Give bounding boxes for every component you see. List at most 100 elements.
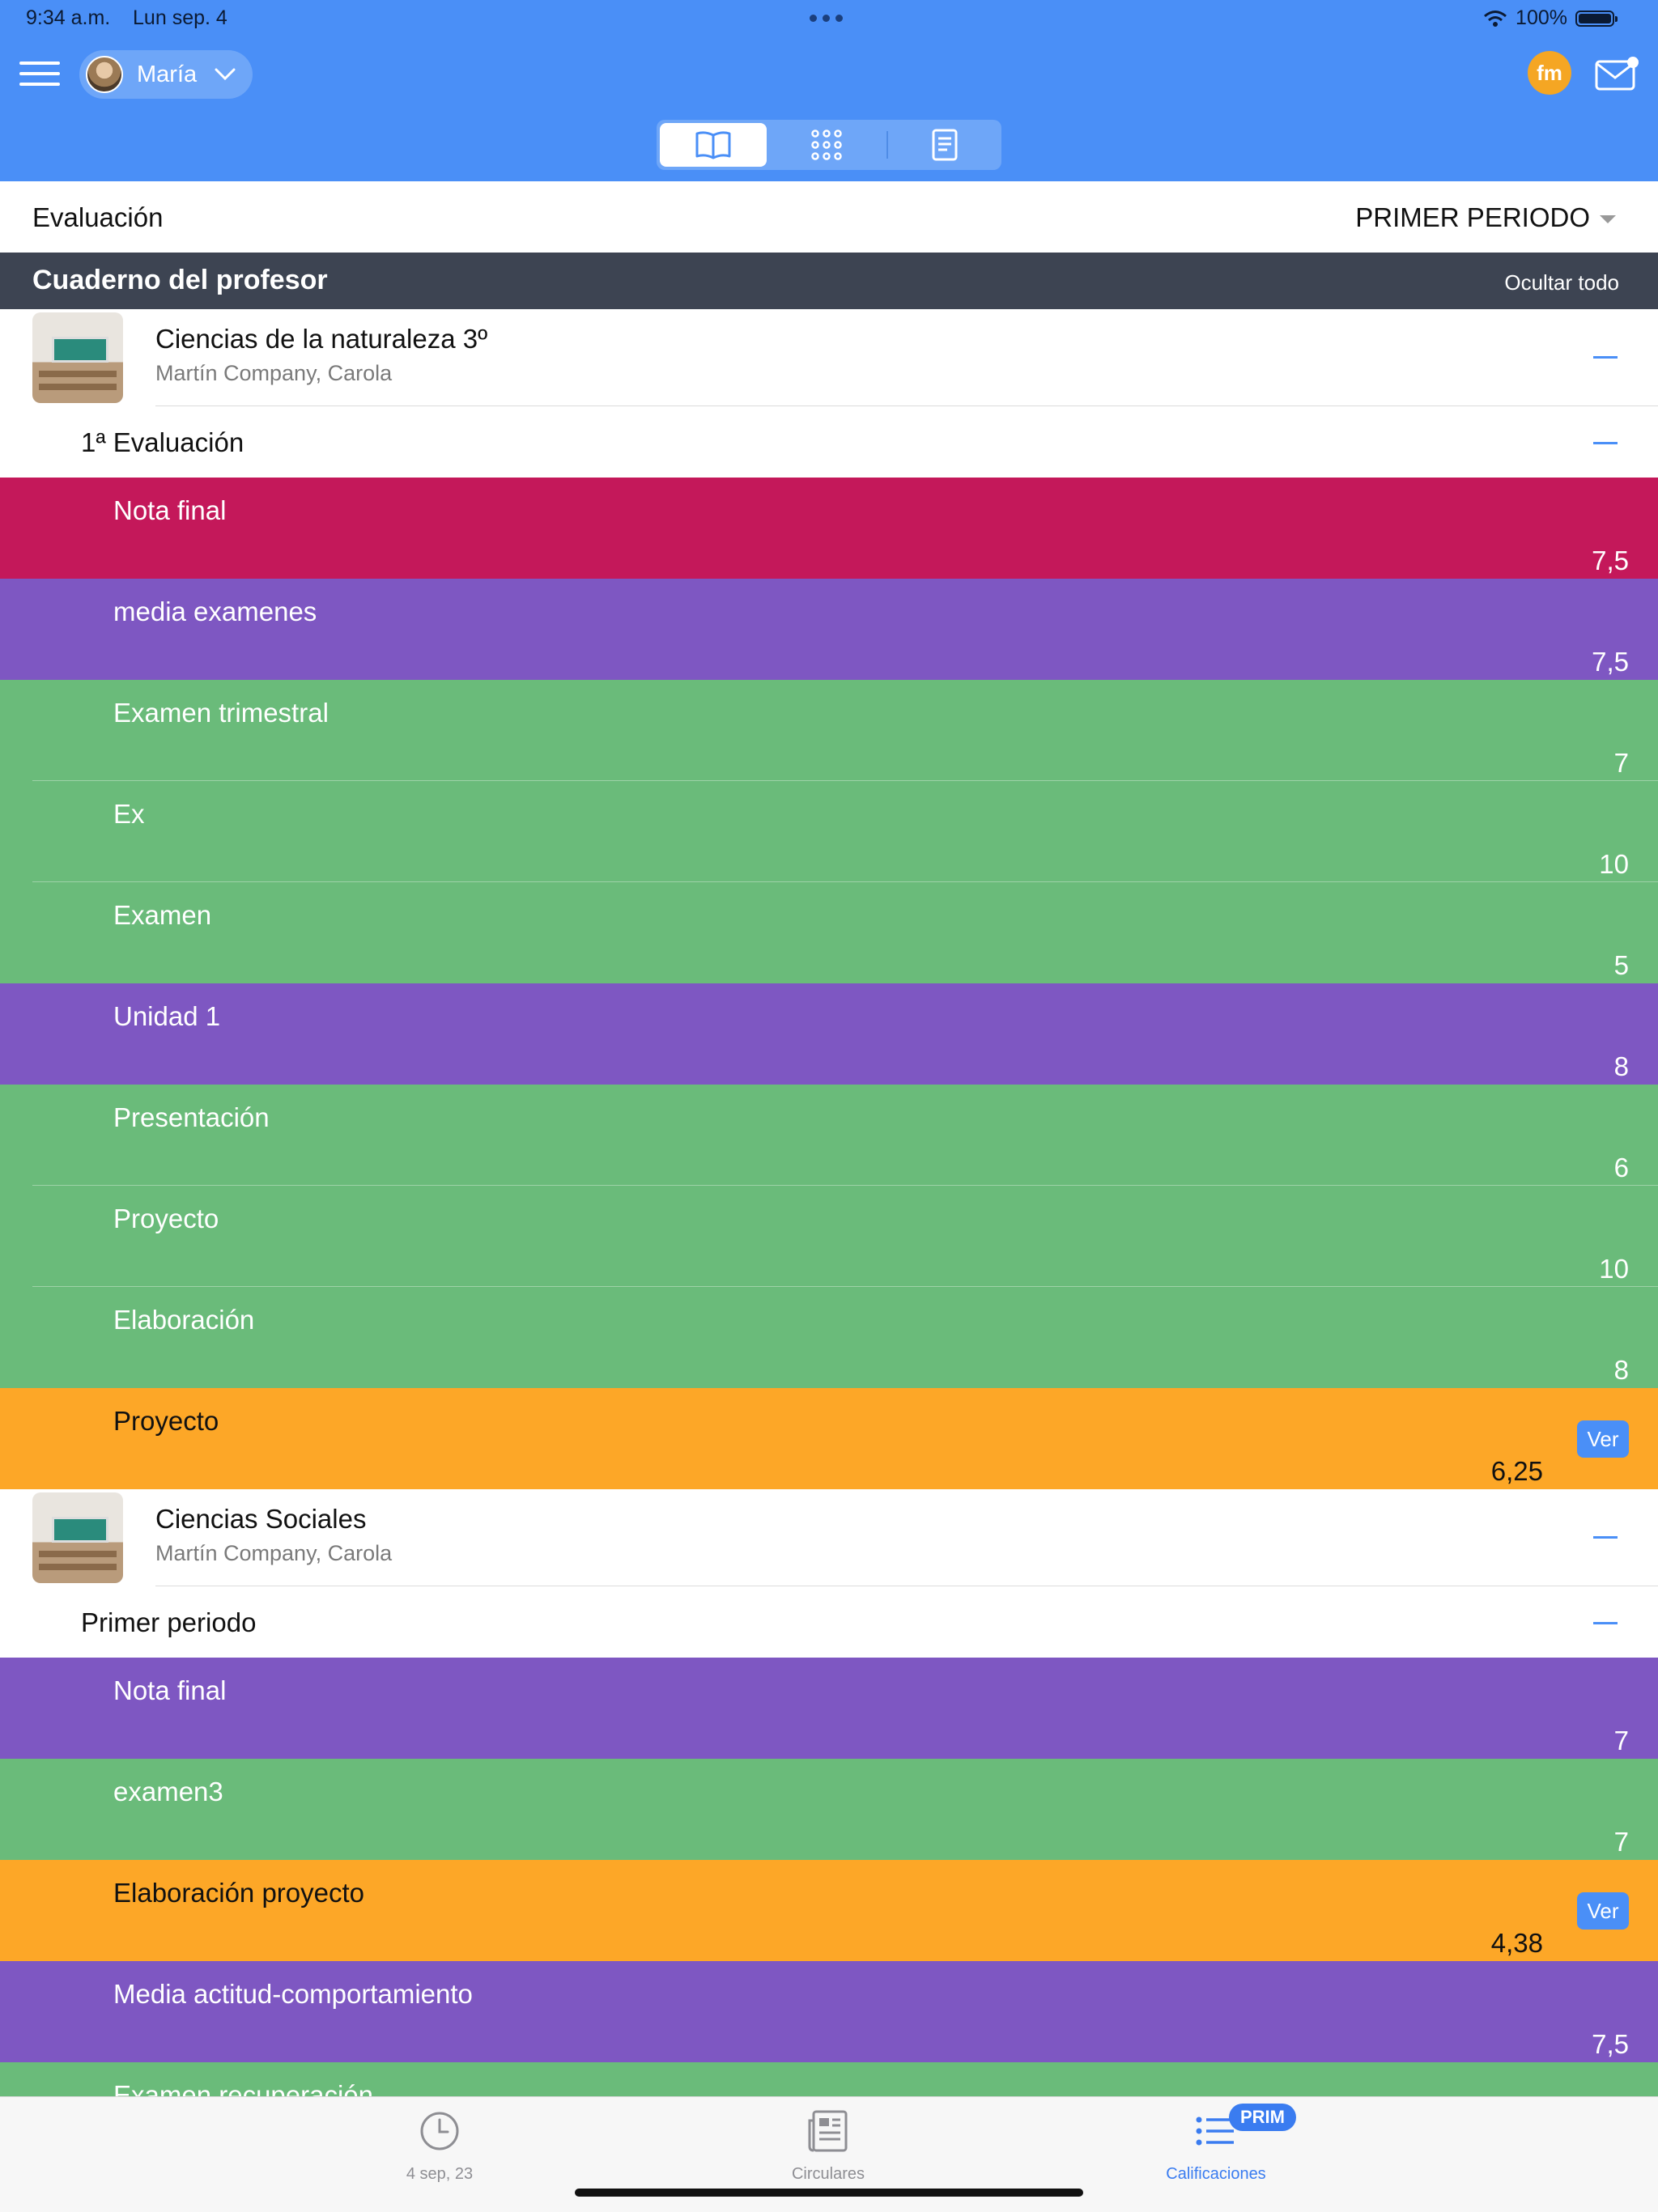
grade-value: 6,25 — [1490, 1456, 1543, 1486]
subject-header[interactable]: Ciencias de la naturaleza 3º Martín Comp… — [0, 309, 1658, 406]
mail-icon[interactable] — [1595, 57, 1640, 92]
grade-value: 10 — [1599, 849, 1629, 879]
segment-divider — [886, 131, 888, 159]
clock-icon — [420, 2112, 459, 2150]
grade-label: Examen trimestral — [113, 698, 329, 728]
user-name: María — [137, 61, 198, 87]
grade-value: 7 — [1613, 748, 1629, 778]
grade-label: Elaboración proyecto — [113, 1878, 365, 1908]
collapse-icon[interactable] — [1593, 356, 1618, 359]
grade-label: Nota final — [113, 495, 227, 525]
user-selector[interactable]: María — [79, 50, 253, 99]
view-button[interactable]: Ver — [1577, 1420, 1629, 1458]
grade-label: Unidad 1 — [113, 1001, 221, 1031]
grade-row[interactable]: media examenes 7,5 — [0, 579, 1658, 680]
grade-value: 8 — [1613, 1355, 1629, 1385]
subject-title: Ciencias de la naturaleza 3º — [155, 324, 488, 354]
grid-icon — [811, 129, 842, 160]
grade-value: 4,38 — [1490, 1928, 1543, 1958]
grade-value: 7 — [1613, 1726, 1629, 1756]
document-icon — [932, 129, 958, 161]
fm-logo-button[interactable]: fm — [1528, 51, 1571, 95]
caret-down-icon — [1600, 215, 1616, 223]
tab-agenda[interactable]: 4 sep, 23 — [334, 2105, 545, 2184]
grade-label: examen3 — [113, 1777, 223, 1807]
chevron-down-icon — [215, 68, 236, 81]
classroom-thumbnail — [32, 312, 123, 403]
grade-row[interactable]: Examen 5 — [0, 882, 1658, 983]
grade-label: Elaboración — [113, 1305, 255, 1335]
grade-value: 7 — [1613, 1827, 1629, 1857]
grade-label: Ex — [113, 799, 145, 829]
collapse-icon[interactable] — [1593, 1622, 1618, 1624]
status-time-date: 9:34 a.m. Lun sep. 4 — [26, 6, 227, 30]
tab-circulares[interactable]: Circulares — [723, 2105, 933, 2184]
grade-row[interactable]: Nota final 7,5 — [0, 478, 1658, 579]
view-book-button[interactable] — [660, 123, 767, 167]
grade-value: 10 — [1599, 1254, 1629, 1284]
hide-all-button[interactable]: Ocultar todo — [1504, 270, 1619, 295]
grade-row[interactable]: Unidad 1 8 — [0, 983, 1658, 1085]
grade-row[interactable]: Examen trimestral 7 — [0, 680, 1658, 781]
grade-label: media examenes — [113, 597, 317, 626]
status-indicators: 100% — [1483, 6, 1618, 30]
collapse-icon[interactable] — [1593, 442, 1618, 444]
collapse-icon[interactable] — [1593, 1536, 1618, 1539]
evaluation-title: Primer periodo — [81, 1607, 257, 1637]
evaluation-title: 1ª Evaluación — [81, 427, 244, 457]
grade-label: Examen — [113, 900, 212, 930]
tab-label: Calificaciones — [1166, 2165, 1266, 2183]
grade-row[interactable]: Elaboración proyecto 4,38 Ver — [0, 1860, 1658, 1961]
grade-label: Proyecto — [113, 1406, 219, 1436]
grade-value: 5 — [1613, 950, 1629, 980]
view-document-button[interactable] — [891, 123, 998, 167]
grade-label: Proyecto — [113, 1204, 219, 1233]
section-title: Cuaderno del profesor — [32, 265, 328, 295]
battery-icon — [1575, 10, 1618, 27]
grade-row[interactable]: Presentación 6 — [0, 1085, 1658, 1186]
book-icon — [695, 131, 731, 159]
evaluation-bar: Evaluación PRIMER PERIODO — [0, 181, 1658, 253]
app-header: 9:34 a.m. Lun sep. 4 100% María fm — [0, 0, 1658, 181]
prim-badge: PRIM — [1229, 2104, 1296, 2131]
status-date: Lun sep. 4 — [133, 6, 227, 29]
status-time: 9:34 a.m. — [26, 6, 111, 29]
grade-row[interactable]: Ex 10 — [0, 781, 1658, 882]
hamburger-menu-icon[interactable] — [19, 62, 60, 89]
period-dropdown[interactable]: PRIMER PERIODO — [1355, 202, 1616, 233]
evaluation-label: Evaluación — [32, 202, 164, 232]
subject-header[interactable]: Ciencias Sociales Martín Company, Carola — [0, 1489, 1658, 1586]
view-grid-button[interactable] — [773, 123, 880, 167]
grade-value: 7,5 — [1592, 546, 1629, 575]
grade-row[interactable]: Proyecto 10 — [0, 1186, 1658, 1287]
multitasking-dots-icon[interactable] — [810, 15, 843, 22]
grade-label: Presentación — [113, 1102, 270, 1132]
wifi-icon — [1484, 10, 1507, 27]
period-value: PRIMER PERIODO — [1355, 202, 1590, 232]
grade-row[interactable]: Proyecto 6,25 Ver — [0, 1388, 1658, 1489]
subject-title: Ciencias Sociales — [155, 1504, 367, 1534]
view-button[interactable]: Ver — [1577, 1892, 1629, 1930]
fm-logo-text: fm — [1537, 60, 1562, 85]
grade-value: 7,5 — [1592, 647, 1629, 677]
subject-teacher: Martín Company, Carola — [155, 361, 393, 385]
grade-row[interactable]: Elaboración 8 — [0, 1287, 1658, 1388]
newspaper-icon — [808, 2110, 848, 2152]
grade-value: 8 — [1613, 1051, 1629, 1081]
view-switcher — [657, 120, 1001, 170]
avatar — [86, 56, 123, 93]
evaluation-header[interactable]: 1ª Evaluación — [0, 406, 1658, 478]
grade-value: 6 — [1613, 1153, 1629, 1182]
tab-label: Circulares — [791, 2165, 865, 2183]
grade-label: Media actitud-comportamiento — [113, 1979, 473, 2009]
grade-row[interactable]: Media actitud-comportamiento 7,5 — [0, 1961, 1658, 2062]
grade-label: Nota final — [113, 1675, 227, 1705]
grade-row[interactable]: Nota final 7 — [0, 1658, 1658, 1759]
grade-value: 7,5 — [1592, 2029, 1629, 2059]
section-bar: Cuaderno del profesor Ocultar todo — [0, 253, 1658, 309]
evaluation-header[interactable]: Primer periodo — [0, 1586, 1658, 1658]
grade-row[interactable]: examen3 7 — [0, 1759, 1658, 1860]
subject-teacher: Martín Company, Carola — [155, 1541, 393, 1565]
home-indicator[interactable] — [575, 2189, 1083, 2197]
battery-percent: 100% — [1516, 6, 1567, 29]
